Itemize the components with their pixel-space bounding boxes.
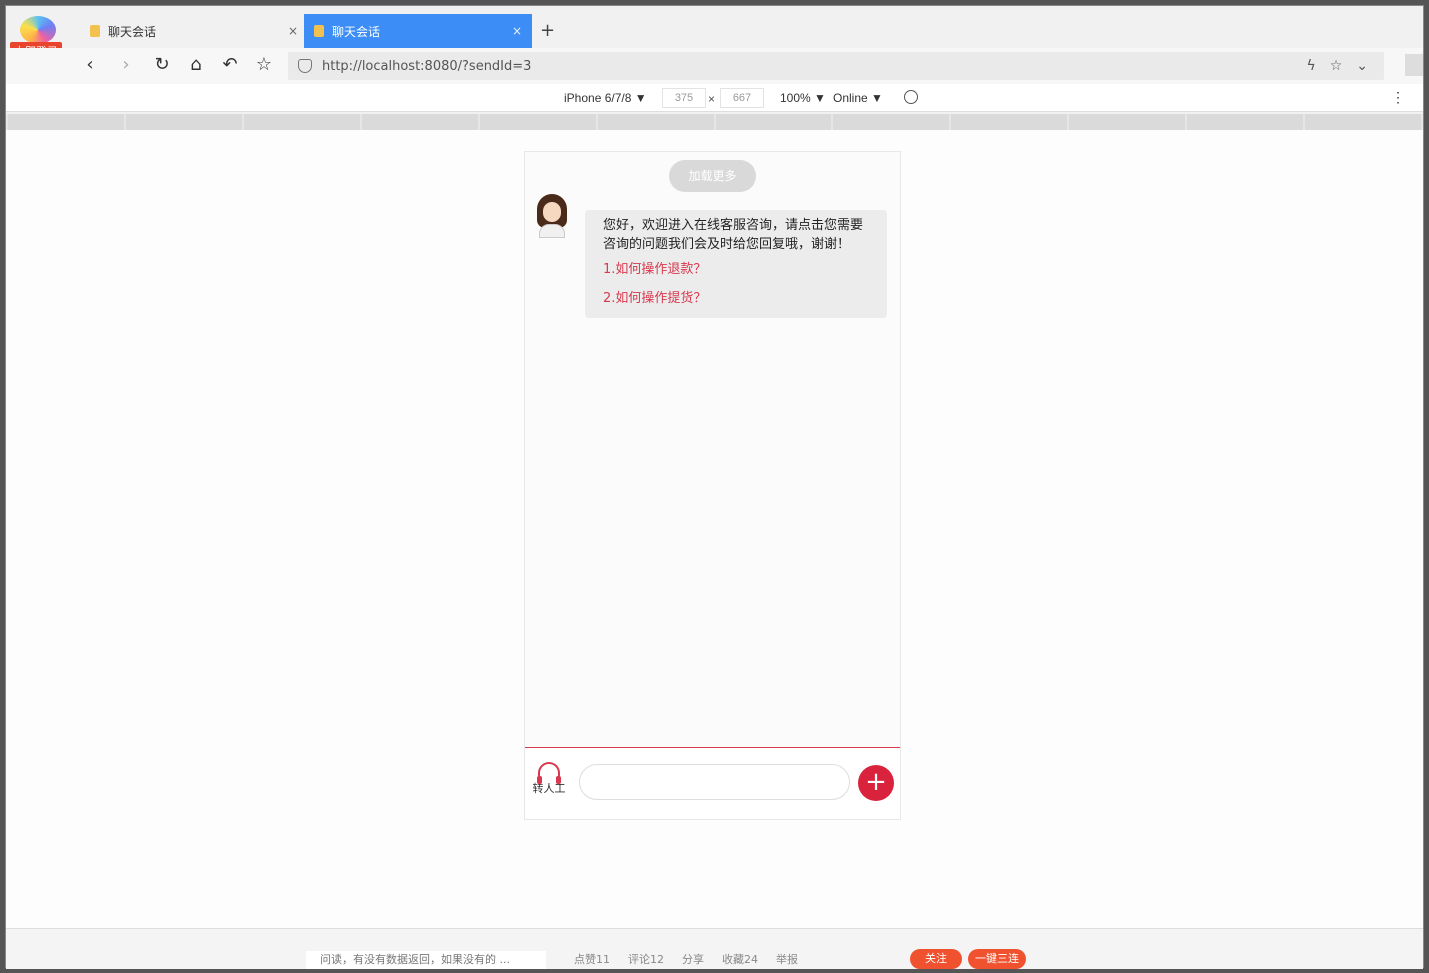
chat-screen: 加载更多 您好，欢迎进入在线客服咨询，请点击您需要咨询的问题我们会及时给您回复哦… [524,151,901,820]
extension-icon[interactable] [1405,54,1423,76]
times-sign: × [708,92,716,106]
undo-icon[interactable]: ↶ [218,54,242,75]
tab-bar: 立即登录 聊天会话 × 聊天会话 × + [6,6,1423,60]
close-icon[interactable]: × [512,24,522,38]
reload-icon[interactable]: ↻ [150,54,174,75]
back-icon[interactable]: ‹ [78,54,102,75]
rotate-icon[interactable] [904,90,918,104]
transfer-human-label: 转人工 [532,782,566,795]
load-more-button[interactable]: 加载更多 [669,160,756,192]
address-bar[interactable]: http://localhost:8080/?sendId=3 ϟ ☆ ⌄ [288,52,1384,80]
message-input[interactable] [579,764,850,800]
comment-button[interactable]: 评论12 [628,951,664,967]
network-select[interactable]: Online ▼ [833,91,883,105]
zoom-select[interactable]: 100% ▼ [780,91,826,105]
one-click-button[interactable]: 一键三连 [968,949,1026,969]
close-icon[interactable]: × [288,24,298,38]
forward-icon[interactable]: › [114,54,138,75]
lightning-icon[interactable]: ϟ [1306,58,1315,74]
plus-button[interactable]: + [858,765,894,801]
more-menu-icon[interactable]: ⋮ [1391,89,1405,106]
report-button[interactable]: 举报 [776,951,798,967]
star-icon[interactable]: ☆ [1330,58,1343,74]
tab-title: 聊天会话 [108,24,157,39]
follow-button[interactable]: 关注 [910,949,962,969]
favicon-icon [314,25,324,37]
logo-swirl [20,16,56,44]
new-tab-button[interactable]: + [540,20,555,41]
input-bar: 转人工 + [525,747,900,819]
tab-title: 聊天会话 [332,24,381,39]
headset-icon [537,762,561,784]
favorite-button[interactable]: 收藏24 [722,951,758,967]
transfer-human-button[interactable]: 转人工 [529,762,569,796]
like-button[interactable]: 点赞11 [574,951,610,967]
media-query-ruler[interactable] [6,114,1423,130]
device-select[interactable]: iPhone 6/7/8 ▼ [564,91,647,105]
snippet-text: 问读，有没有数据返回，如果没有的 ... [306,951,546,969]
question-link-pickup[interactable]: 2.如何操作提货？ [603,289,869,308]
home-icon[interactable]: ⌂ [184,54,208,75]
agent-avatar [533,194,571,240]
question-link-refund[interactable]: 1.如何操作退款？ [603,260,869,279]
browser-window: 立即登录 聊天会话 × 聊天会话 × + ‹ › ↻ ⌂ ↶ ☆ http://… [5,5,1424,969]
tab-chat-1[interactable]: 聊天会话 × [80,14,308,48]
height-input[interactable]: 667 [720,88,764,108]
tab-chat-2-active[interactable]: 聊天会话 × [304,14,532,48]
share-button[interactable]: 分享 [682,951,704,967]
agent-message-bubble: 您好，欢迎进入在线客服咨询，请点击您需要咨询的问题我们会及时给您回复哦，谢谢！ … [585,210,887,318]
toolbar: ‹ › ↻ ⌂ ↶ ☆ http://localhost:8080/?sendI… [6,48,1423,84]
page-viewport: 加载更多 您好，欢迎进入在线客服咨询，请点击您需要咨询的问题我们会及时给您回复哦… [6,130,1423,928]
favicon-icon [90,25,100,37]
width-input[interactable]: 375 [662,88,706,108]
greeting-text: 您好，欢迎进入在线客服咨询，请点击您需要咨询的问题我们会及时给您回复哦，谢谢！ [603,218,864,252]
background-page-bar: 问读，有没有数据返回，如果没有的 ... 点赞11 评论12 分享 收藏24 举… [6,928,1423,969]
address-bar-icons: ϟ ☆ ⌄ [1306,58,1384,74]
article-actions: 点赞11 评论12 分享 收藏24 举报 [574,951,798,967]
device-toolbar: iPhone 6/7/8 ▼ 375 × 667 100% ▼ Online ▼… [6,84,1423,112]
bookmark-star-icon[interactable]: ☆ [252,54,276,75]
chevron-down-icon[interactable]: ⌄ [1356,58,1368,74]
shield-icon [298,59,312,73]
url-text[interactable]: http://localhost:8080/?sendId=3 [322,59,531,74]
